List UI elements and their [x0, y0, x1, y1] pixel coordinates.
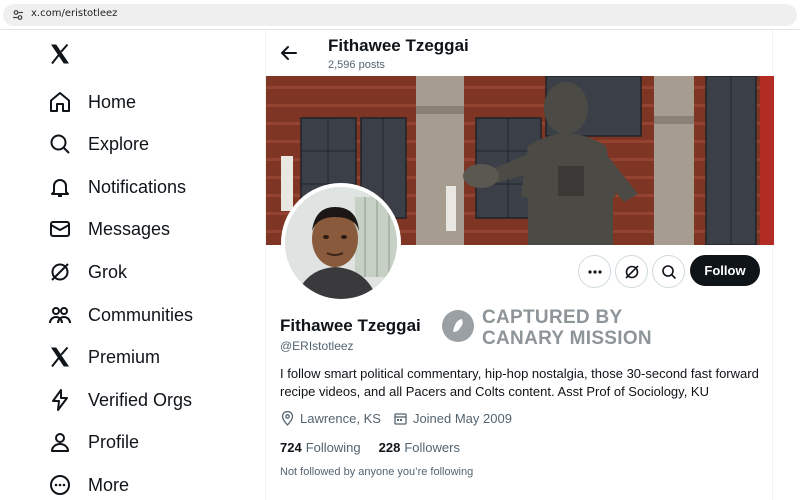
sidebar-item-home[interactable]: Home [48, 87, 136, 117]
site-settings-icon[interactable] [12, 9, 24, 21]
person-icon [51, 433, 69, 452]
home-icon [50, 92, 70, 112]
sidebar-item-notifications[interactable]: Notifications [48, 172, 186, 202]
profile-bio: I follow smart political commentary, hip… [280, 366, 759, 399]
x-logo-icon [51, 346, 69, 368]
followers-count: 228 [378, 440, 401, 455]
x-logo-icon[interactable] [48, 42, 72, 66]
location-text: Lawrence, KS [300, 411, 381, 426]
people-icon [49, 307, 71, 324]
sidebar-item-label: More [88, 474, 130, 495]
location: Lawrence, KS [280, 411, 381, 426]
join-date: Joined May 2009 [393, 411, 512, 426]
sidebar-item-premium[interactable]: Premium [48, 342, 160, 372]
sidebar-item-profile[interactable]: Profile [48, 427, 139, 457]
sidebar-item-label: Verified Orgs [88, 389, 193, 410]
grok-icon [51, 263, 69, 281]
follow-button[interactable]: Follow [690, 255, 760, 286]
location-pin-icon [281, 411, 294, 426]
search-icon [50, 134, 70, 154]
not-followed-notice: Not followed by anyone you’re following [280, 466, 474, 478]
url-text: x.com/eristotleez [31, 8, 118, 19]
search-icon [661, 264, 676, 279]
sidebar-item-grok[interactable]: Grok [48, 257, 127, 287]
url-field[interactable]: x.com/eristotleez [3, 4, 797, 26]
sidebar-nav: Home Explore Notifications Messages Grok… [0, 30, 265, 500]
profile-meta: Lawrence, KS Joined May 2009 [280, 411, 524, 426]
envelope-icon [50, 221, 70, 237]
sidebar-item-label: Grok [88, 261, 128, 282]
sidebar-item-communities[interactable]: Communities [48, 300, 193, 330]
sidebar-item-label: Profile [88, 431, 140, 452]
profile-avatar[interactable] [281, 183, 401, 303]
canary-logo-icon [442, 310, 474, 342]
calendar-icon [394, 413, 407, 425]
following-label: Following [305, 440, 361, 455]
follow-counts: 724 Following 228 Followers [280, 440, 478, 455]
watermark: CAPTURED BY CANARY MISSION [442, 307, 662, 349]
sidebar-item-label: Premium [88, 346, 161, 367]
header-title: Fithawee Tzeggai [328, 36, 469, 55]
ellipsis-icon [587, 269, 602, 274]
lightning-icon [52, 389, 68, 411]
followers-link[interactable]: 228 Followers [379, 440, 460, 455]
grok-button[interactable] [615, 255, 648, 288]
profile-handle: @ERIstotleez [280, 339, 354, 353]
watermark-line1: CAPTURED BY [482, 307, 623, 328]
browser-address-bar: x.com/eristotleez [0, 0, 800, 30]
profile-column: Fithawee Tzeggai 2,596 posts Follow Fith… [265, 30, 774, 500]
more-options-button[interactable] [578, 255, 611, 288]
avatar-photo [285, 187, 397, 299]
bell-icon [51, 179, 69, 197]
followers-label: Followers [404, 440, 460, 455]
back-arrow-icon[interactable] [278, 42, 300, 64]
following-link[interactable]: 724 Following [280, 440, 361, 455]
sidebar-item-messages[interactable]: Messages [48, 214, 170, 244]
watermark-line2: CANARY MISSION [482, 328, 652, 349]
sidebar-item-label: Communities [88, 304, 194, 325]
sidebar-item-more[interactable]: More [48, 470, 129, 500]
search-profile-button[interactable] [652, 255, 685, 288]
join-date-text: Joined May 2009 [412, 411, 512, 426]
following-count: 724 [280, 440, 302, 455]
sidebar-item-verified-orgs[interactable]: Verified Orgs [48, 385, 192, 415]
sidebar-item-label: Home [88, 91, 137, 112]
post-count: 2,596 posts [328, 59, 385, 71]
profile-name: Fithawee Tzeggai [280, 316, 421, 335]
sidebar-item-label: Messages [88, 218, 171, 239]
sidebar-item-label: Explore [88, 133, 150, 154]
more-circle-icon [50, 475, 70, 495]
grok-icon [624, 264, 639, 279]
sidebar-item-label: Notifications [88, 176, 187, 197]
sidebar-item-explore[interactable]: Explore [48, 129, 149, 159]
